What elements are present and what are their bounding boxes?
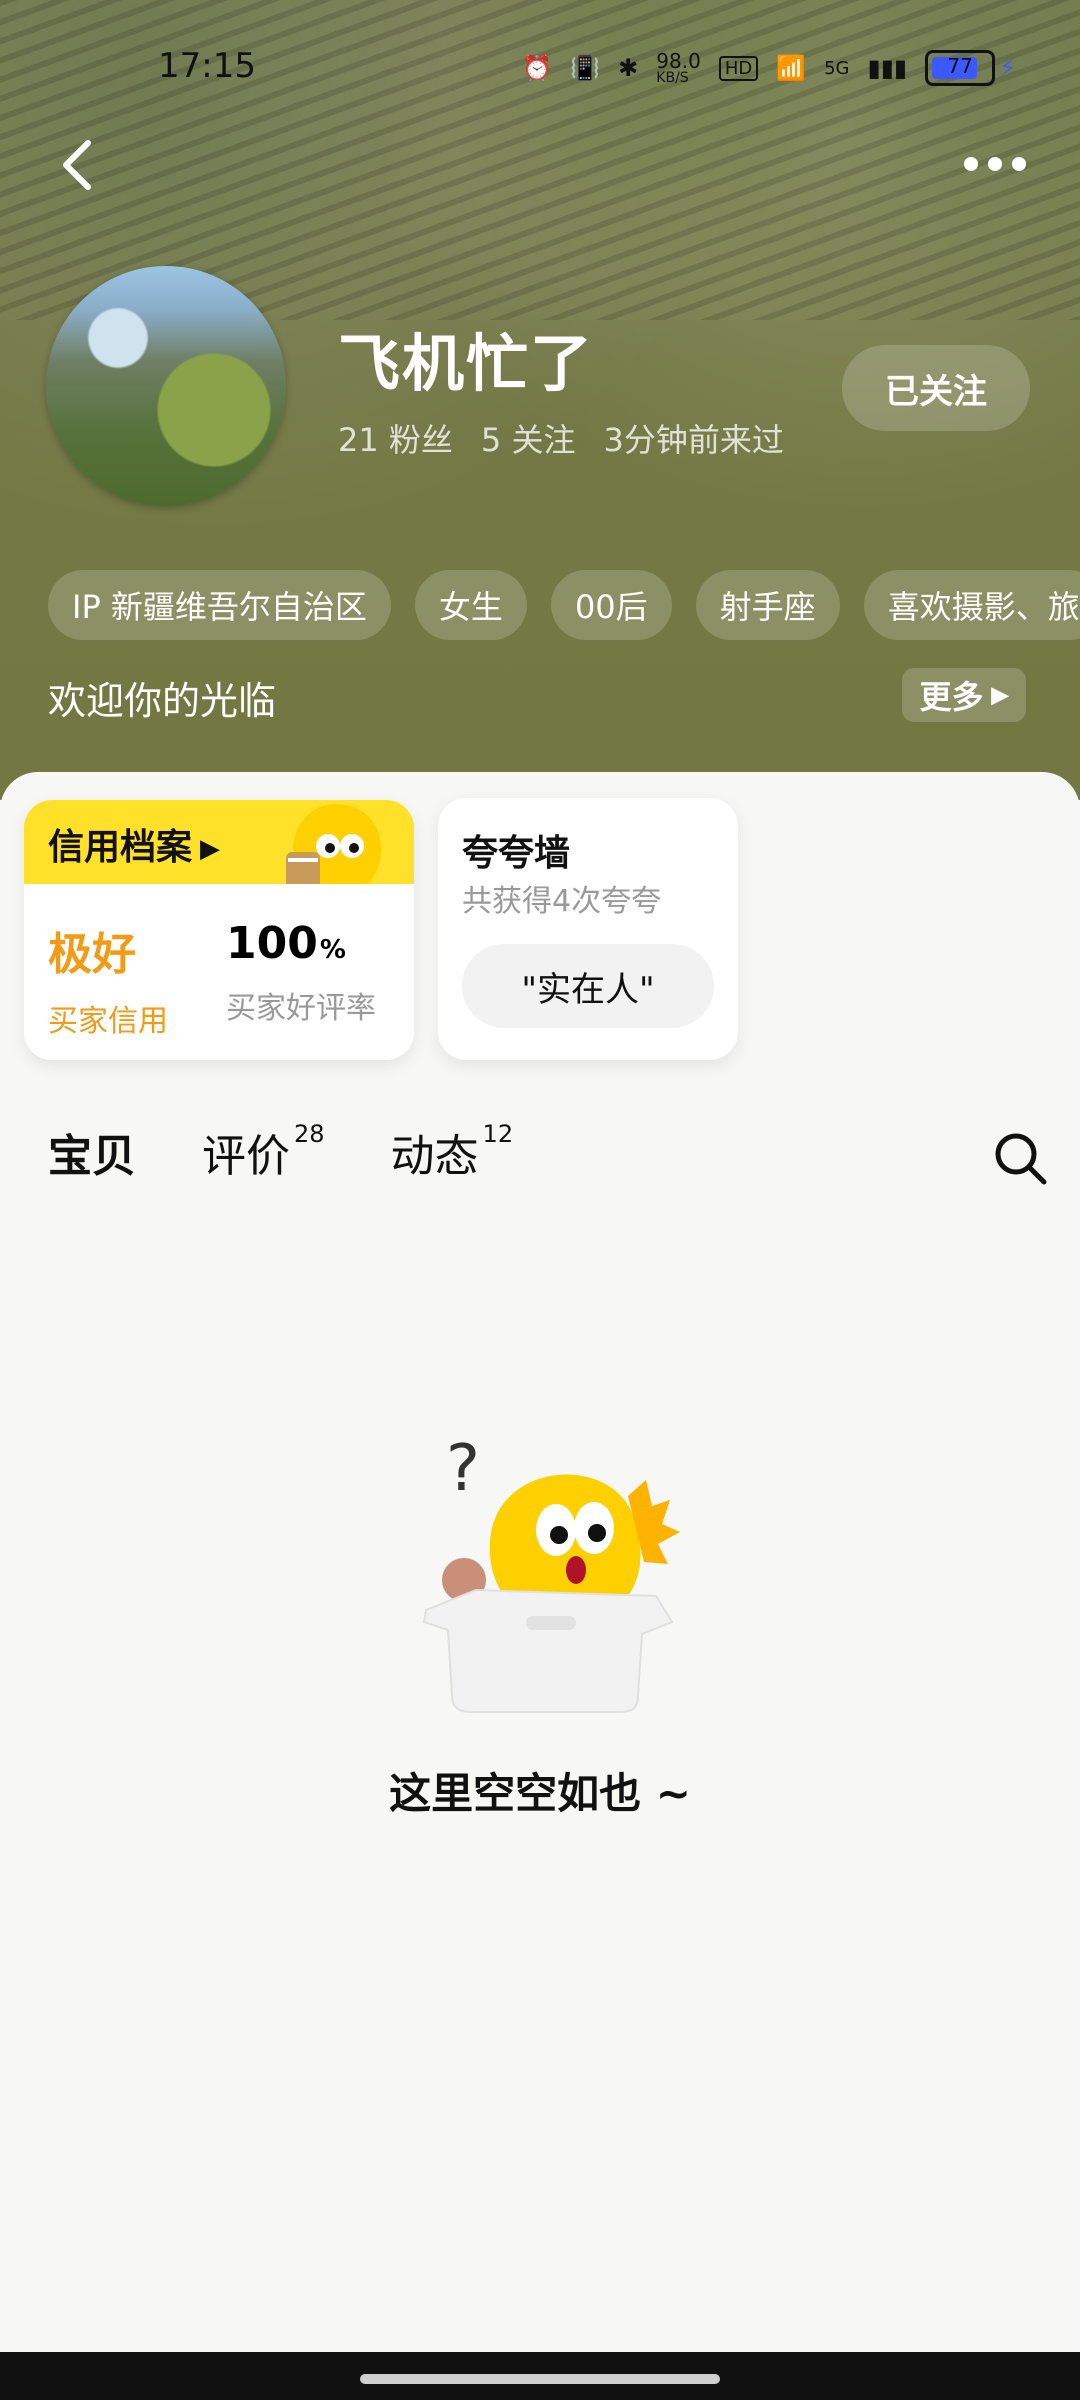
content-tabs: 宝贝 评价 28 动态 12 — [44, 1120, 514, 1192]
buyer-rating-value: 100% — [226, 918, 346, 969]
5g-icon: 5G — [824, 57, 850, 79]
credit-title: 信用档案 ▶ — [48, 827, 221, 868]
credit-card[interactable]: 信用档案 ▶ 极好 买家信用 100% 买家好评率 — [24, 800, 414, 1060]
profile-name: 飞机忙了 — [338, 327, 595, 400]
bluetooth-icon: ✱ — [618, 54, 639, 82]
back-button[interactable] — [50, 135, 110, 195]
praise-subtitle: 共获得4次夸夸 — [462, 884, 662, 919]
wifi-icon: 📶 — [776, 54, 807, 82]
charging-icon: ⚡ — [999, 54, 1016, 82]
triangle-right-icon: ▶ — [991, 682, 1009, 707]
tag-ip[interactable]: IP 新疆维吾尔自治区 — [48, 570, 391, 640]
more-button[interactable] — [960, 150, 1030, 178]
buyer-credit-value: 极好 — [48, 929, 136, 980]
tag-zodiac[interactable]: 射手座 — [695, 570, 840, 640]
chevron-left-icon — [63, 140, 91, 190]
alarm-icon: ⏰ — [522, 54, 553, 82]
tag-gender[interactable]: 女生 — [414, 570, 527, 640]
welcome-text: 欢迎你的光临 — [48, 679, 277, 723]
tag-age[interactable]: 00后 — [550, 570, 672, 640]
followers-count[interactable]: 21 粉丝 — [338, 415, 453, 461]
status-time: 17:15 — [158, 46, 256, 86]
buyer-rating-label: 买家好评率 — [226, 991, 376, 1026]
signal-icon: ▮▮▮ — [867, 54, 908, 82]
search-icon — [995, 1133, 1047, 1185]
buyer-credit-label: 买家信用 — [48, 1004, 168, 1039]
svg-text:?: ? — [446, 1432, 480, 1506]
tag-hobby[interactable]: 喜欢摄影、旅 — [863, 570, 1080, 640]
follow-button[interactable]: 已关注 — [842, 345, 1030, 431]
tab-updates[interactable]: 动态 12 — [391, 1120, 514, 1184]
praise-chip[interactable]: "实在人" — [462, 944, 714, 1028]
home-indicator[interactable] — [360, 2374, 720, 2384]
buyer-rating: 100% 买家好评率 — [226, 918, 376, 1027]
praise-title: 夸夸墙 — [462, 833, 571, 874]
profile-stats: 21 粉丝 5 关注 3分钟前来过 — [338, 415, 784, 461]
network-speed: 98.0 KB/S — [656, 49, 701, 86]
buyer-credit: 极好 买家信用 — [48, 918, 168, 1040]
status-bar: 17:15 ⏰ 📳 ✱ 98.0 KB/S HD 📶 5G ▮▮▮ 77 ⚡ — [0, 40, 1080, 100]
system-nav — [0, 2352, 1080, 2400]
battery-icon: 77 ⚡ — [925, 50, 1016, 86]
empty-state-text: 这里空空如也 ~ — [389, 1769, 691, 1818]
following-count[interactable]: 5 关注 — [481, 415, 576, 461]
status-icons: ⏰ 📳 ✱ 98.0 KB/S HD 📶 5G ▮▮▮ 77 ⚡ — [522, 50, 1016, 86]
tab-items[interactable]: 宝贝 — [44, 1120, 140, 1192]
more-info-button[interactable]: 更多 ▶ — [902, 668, 1026, 722]
praise-wall-card[interactable]: 夸夸墙 共获得4次夸夸 "实在人" — [438, 798, 738, 1060]
avatar[interactable] — [46, 266, 286, 506]
last-seen: 3分钟前来过 — [603, 421, 784, 459]
hd-icon: HD — [718, 55, 759, 81]
more-dots-icon — [964, 157, 978, 171]
search-button[interactable] — [990, 1128, 1050, 1188]
vibrate-icon: 📳 — [570, 54, 601, 82]
tab-reviews[interactable]: 评价 28 — [202, 1120, 325, 1184]
empty-state-illustration: ? — [422, 1432, 680, 1713]
triangle-right-icon: ▶ — [200, 834, 221, 864]
profile-tags: IP 新疆维吾尔自治区 女生 00后 射手座 喜欢摄影、旅 — [48, 570, 1080, 640]
